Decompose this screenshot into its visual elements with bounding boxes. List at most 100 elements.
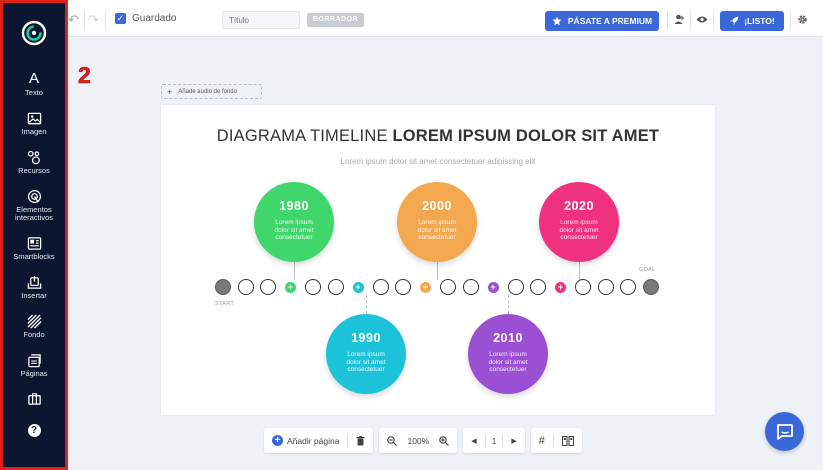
- ready-button[interactable]: ¡LISTO!: [720, 11, 784, 31]
- timeline-marker-plus[interactable]: +: [285, 281, 296, 293]
- slide-subtitle[interactable]: Lorem ipsum dolor sit amet consectetuer …: [161, 157, 715, 166]
- connector-line: [366, 295, 367, 314]
- briefcase-icon: [27, 393, 41, 405]
- connector-line: [508, 295, 509, 314]
- divider: [84, 11, 85, 29]
- sidebar-item-paginas[interactable]: Páginas: [3, 353, 65, 378]
- milestone-text: Lorem ipsum dolor sit amet consectetuer: [559, 219, 599, 241]
- zoom-out-button[interactable]: [379, 428, 405, 453]
- delete-page-button[interactable]: [348, 428, 373, 453]
- page-view-button[interactable]: [554, 428, 582, 453]
- sidebar-item-fondo[interactable]: Fondo: [3, 314, 65, 339]
- interactive-elements-icon: [27, 189, 41, 204]
- timeline-marker-plus[interactable]: +: [352, 281, 364, 293]
- milestone-1980[interactable]: 1980 Lorem ipsum dolor sit amet consecte…: [254, 182, 334, 262]
- sidebar-item-insertar[interactable]: Insertar: [3, 275, 65, 300]
- add-page-button[interactable]: + Añadir página: [264, 428, 347, 453]
- chat-icon: [776, 423, 793, 440]
- sidebar-item-recursos[interactable]: Recursos: [3, 150, 65, 175]
- zoom-out-icon: [387, 435, 398, 446]
- pages-view-icon: [561, 435, 574, 446]
- add-collaborator-icon[interactable]: [674, 14, 685, 25]
- milestone-2000[interactable]: 2000 Lorem ipsum dolor sit amet consecte…: [397, 182, 477, 262]
- add-background-audio-button[interactable]: + Añade audio de fondo: [161, 84, 262, 99]
- connector-line: [294, 262, 295, 280]
- undo-icon[interactable]: ↶: [68, 12, 79, 28]
- milestone-2020[interactable]: 2020 Lorem ipsum dolor sit amet consecte…: [539, 182, 619, 262]
- page-actions-group: + Añadir página: [264, 428, 374, 453]
- slide-title-bold: LOREM IPSUM DOLOR SIT AMET: [392, 127, 660, 145]
- add-page-label: Añadir página: [287, 435, 340, 446]
- sidebar-item-imagen[interactable]: Imagen: [3, 111, 65, 136]
- image-icon: [27, 112, 41, 125]
- timeline-dot: [507, 279, 524, 295]
- saved-check-icon: ✓: [115, 13, 126, 24]
- smartblocks-icon: [27, 237, 41, 250]
- editor-sidebar: A Texto Imagen Recursos Elementos intera…: [0, 0, 68, 470]
- divider: [690, 11, 691, 29]
- resources-icon: [27, 150, 40, 165]
- timeline-dot: [372, 279, 389, 295]
- redo-icon[interactable]: ↷: [88, 12, 99, 28]
- sidebar-item-label: Páginas: [20, 369, 48, 378]
- ready-label: ¡LISTO!: [744, 16, 775, 26]
- zoom-in-icon: [439, 435, 450, 446]
- next-page-button[interactable]: ▶: [503, 428, 524, 453]
- saved-status: Guardado: [132, 13, 177, 24]
- preview-eye-icon[interactable]: [696, 15, 708, 24]
- milestone-2010[interactable]: 2010 Lorem ipsum dolor sit amet consecte…: [468, 314, 548, 394]
- pages-icon: [27, 354, 41, 368]
- timeline-dot: [305, 279, 321, 295]
- help-icon: ?: [27, 424, 41, 437]
- sidebar-item-label: Insertar: [21, 291, 47, 300]
- zoom-group: 100%: [379, 428, 458, 453]
- timeline-marker-plus[interactable]: +: [420, 281, 431, 293]
- timeline-marker-plus[interactable]: +: [555, 281, 566, 293]
- slide-canvas[interactable]: DIAGRAMA TIMELINE LOREM IPSUM DOLOR SIT …: [161, 105, 715, 415]
- timeline-dot: [462, 279, 479, 295]
- milestone-1990[interactable]: 1990 Lorem ipsum dolor sit amet consecte…: [326, 314, 406, 394]
- rocket-icon: [730, 16, 739, 25]
- insert-icon: [27, 275, 41, 289]
- background-icon: [26, 314, 42, 329]
- add-audio-label: Añade audio de fondo: [178, 88, 237, 95]
- milestone-year: 1990: [351, 331, 381, 345]
- genially-logo-icon[interactable]: [21, 20, 47, 46]
- page-nav-group: ◀ 1 ▶: [463, 428, 525, 453]
- sidebar-item-label: Imagen: [21, 127, 47, 136]
- sidebar-item-elementos-interactivos[interactable]: Elementos interactivos: [3, 189, 65, 222]
- sidebar-item-smartblocks[interactable]: Smartblocks: [3, 236, 65, 261]
- start-label: START: [215, 301, 235, 307]
- sidebar-item-texto[interactable]: A Texto: [3, 71, 65, 97]
- chat-support-button[interactable]: [765, 412, 804, 451]
- sidebar-item-briefcase[interactable]: [3, 391, 65, 406]
- connector-line: [437, 262, 438, 280]
- milestone-year: 2010: [493, 331, 523, 345]
- timeline-dot: [620, 279, 636, 295]
- title-input[interactable]: [222, 11, 300, 29]
- go-premium-label: PÁSATE A PREMIUM: [567, 16, 653, 26]
- slide-title-light: DIAGRAMA TIMELINE: [216, 127, 393, 145]
- settings-gear-icon[interactable]: [797, 14, 808, 25]
- sidebar-item-label: Smartblocks: [13, 252, 55, 261]
- milestone-text: Lorem ipsum dolor sit amet consectetuer: [488, 351, 528, 373]
- goal-label: GOAL: [639, 267, 656, 273]
- star-icon: [552, 16, 562, 26]
- prev-page-button[interactable]: ◀: [463, 428, 484, 453]
- grid-toggle-button[interactable]: #: [531, 428, 553, 453]
- go-premium-button[interactable]: PÁSATE A PREMIUM: [545, 11, 659, 31]
- sidebar-item-help[interactable]: ?: [3, 424, 65, 437]
- plus-circle-icon: +: [272, 435, 283, 446]
- timeline-dot: [260, 279, 276, 295]
- timeline-dot: [395, 279, 411, 295]
- sidebar-item-label: Elementos interactivos: [15, 205, 53, 222]
- timeline-dot: [440, 279, 456, 295]
- top-toolbar: ↶ ↷ ✓ Guardado BORRADOR PÁSATE A PREMIUM…: [68, 0, 823, 37]
- zoom-in-button[interactable]: [431, 428, 457, 453]
- timeline-start-dot: [215, 279, 231, 295]
- milestone-text: Lorem ipsum dolor sit amet consectetuer: [346, 351, 386, 373]
- bottom-toolbar: + Añadir página 100% ◀ 1 ▶ #: [264, 428, 582, 453]
- slide-title[interactable]: DIAGRAMA TIMELINE LOREM IPSUM DOLOR SIT …: [161, 127, 715, 146]
- divider: [713, 11, 714, 29]
- timeline-marker-plus[interactable]: +: [487, 281, 499, 293]
